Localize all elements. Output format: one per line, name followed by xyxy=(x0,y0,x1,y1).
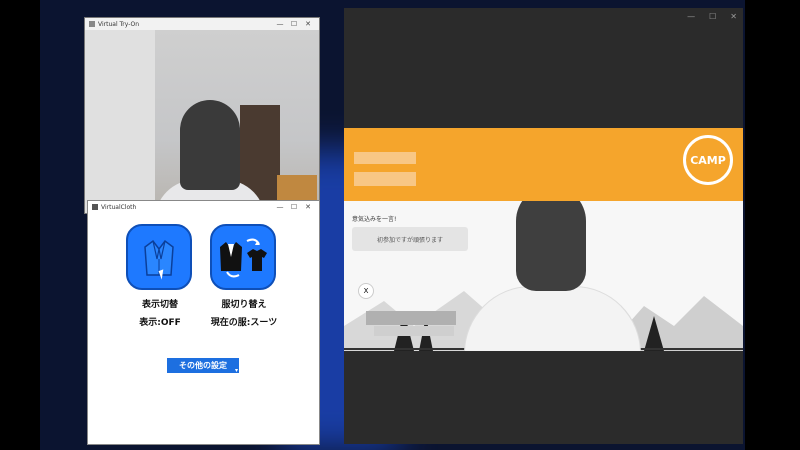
speaker-head-pixelated xyxy=(516,201,586,291)
minimize-button[interactable]: — xyxy=(273,203,287,211)
meeting-bottom-area xyxy=(344,351,743,444)
camera-feed xyxy=(85,30,319,213)
other-settings-label: その他の設定 xyxy=(179,361,227,370)
meeting-window: — ☐ ✕ CAMP 意気込みを一言! 初参加ですが頑張ります X xyxy=(344,8,743,444)
app-icon xyxy=(92,204,98,210)
event-banner: CAMP xyxy=(344,128,743,201)
change-clothes-button[interactable] xyxy=(210,224,276,290)
cloth-window-title: VirtualCloth xyxy=(101,203,137,211)
camera-wall xyxy=(85,30,155,213)
display-toggle-button[interactable] xyxy=(126,224,192,290)
letterbox-left xyxy=(0,0,40,450)
x-logo-icon[interactable]: X xyxy=(358,283,374,299)
current-clothes-status: 現在の服:スーツ xyxy=(210,318,278,328)
change-clothes-label: 服切り替え xyxy=(221,300,267,310)
meeting-window-controls: — ☐ ✕ xyxy=(687,12,737,21)
close-button[interactable]: ✕ xyxy=(301,203,315,211)
letterbox-right xyxy=(745,0,800,450)
maximize-button[interactable]: ☐ xyxy=(287,20,301,28)
camp-logo: CAMP xyxy=(683,135,733,185)
camera-person-head xyxy=(180,100,240,190)
chat-message: 初参加ですが頑張ります xyxy=(352,227,468,251)
tryon-window-title: Virtual Try-On xyxy=(98,20,140,28)
close-button[interactable]: ✕ xyxy=(301,20,315,28)
maximize-button[interactable]: ☐ xyxy=(287,203,301,211)
minimize-button[interactable]: — xyxy=(687,12,695,21)
chat-prompt: 意気込みを一言! xyxy=(352,216,397,223)
speaker-video xyxy=(464,201,641,351)
close-button[interactable]: ✕ xyxy=(730,12,737,21)
pixelated-caption xyxy=(366,311,456,325)
display-status: 表示:OFF xyxy=(139,318,181,328)
pixelated-title xyxy=(354,152,416,164)
tryon-titlebar: Virtual Try-On — ☐ ✕ xyxy=(85,18,319,30)
speaker-body xyxy=(464,286,641,351)
stream-content: 意気込みを一言! 初参加ですが頑張ります X xyxy=(344,201,743,351)
pixelated-caption-line xyxy=(374,326,454,336)
camp-logo-text: CAMP xyxy=(690,153,726,167)
maximize-button[interactable]: ☐ xyxy=(709,12,716,21)
other-settings-button[interactable]: その他の設定 ▾ xyxy=(167,358,239,374)
suit-and-tshirt-icon xyxy=(220,238,267,278)
app-icon xyxy=(89,21,95,27)
display-toggle-label: 表示切替 xyxy=(141,300,178,310)
virtual-tryon-window: Virtual Try-On — ☐ ✕ xyxy=(84,17,320,214)
chevron-down-icon: ▾ xyxy=(234,367,238,374)
virtualcloth-window: VirtualCloth — ☐ ✕ 表示切替 表示:OFF 服切り替え 現在の… xyxy=(87,200,320,445)
minimize-button[interactable]: — xyxy=(273,20,287,28)
pixelated-subtitle xyxy=(354,172,416,186)
cloth-titlebar: VirtualCloth — ☐ ✕ xyxy=(88,201,319,213)
